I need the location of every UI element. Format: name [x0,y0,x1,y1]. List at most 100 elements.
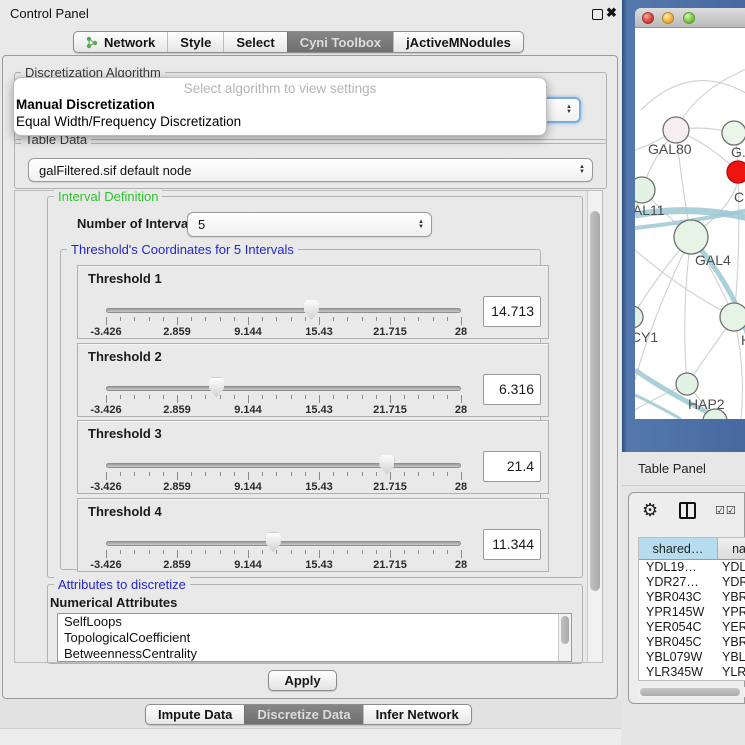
threshold-slider[interactable]: -3.4262.8599.14415.4321.71528 [106,382,461,416]
tick-mark [220,550,221,554]
network-node[interactable] [722,121,745,145]
tick-mark [248,395,249,403]
network-node[interactable] [727,161,745,183]
tick-mark [191,550,192,554]
column-header-shared-name[interactable]: shared… [639,538,718,559]
tick-label: 21.715 [373,481,407,493]
network-canvas[interactable]: GAL80G.CGAL11GAL4GCY1HHAP2 [635,28,745,419]
slider-track[interactable] [106,541,461,546]
main-scrollbar[interactable] [587,191,602,662]
slider-track[interactable] [106,463,461,468]
cell-name[interactable]: YPR1 [718,605,745,620]
tick-mark [291,550,292,554]
minimize-light-yellow[interactable] [662,12,674,24]
number-of-intervals-combobox[interactable]: 5 ▲▼ [187,212,432,237]
slider-track[interactable] [106,386,461,391]
cell-shared-name[interactable]: YDL19… [639,560,718,575]
checkbox-icons[interactable]: ☑☑ [715,504,737,517]
tick-mark [447,472,448,476]
threshold-value-field[interactable]: 21.4 [483,451,541,482]
network-node[interactable] [720,303,745,331]
slider-track[interactable] [106,308,461,313]
table-horizontal-scrollbar[interactable] [638,687,745,697]
menu-item-manual-discretization[interactable]: Manual Discretization [14,96,546,113]
tick-mark [390,472,391,480]
mode-tab-infer-network[interactable]: Infer Network [363,705,471,724]
threshold-slider[interactable]: -3.4262.8599.14415.4321.71528 [106,537,461,571]
cell-shared-name[interactable]: YPR145W [639,605,718,620]
tick-mark [333,472,334,476]
tab-style[interactable]: Style [167,32,223,52]
tick-mark [319,317,320,325]
slider-tick-labels: -3.4262.8599.14415.4321.71528 [106,404,461,416]
zoom-light-green[interactable] [683,12,695,24]
cell-name[interactable]: YDR2 [718,575,745,590]
network-node[interactable] [663,117,689,143]
column-layout-icon[interactable] [679,502,696,519]
tick-label: 15.43 [305,404,333,416]
gear-icon[interactable]: ⚙ [642,500,658,521]
tab-cyni-toolbox[interactable]: Cyni Toolbox [287,32,393,52]
cell-name[interactable]: YER0 [718,620,745,635]
table-row[interactable]: YBR045CYBR0 [639,635,745,650]
tick-mark [305,317,306,321]
cell-name[interactable]: YIL0 [718,680,745,681]
cell-shared-name[interactable]: YBR045C [639,635,718,650]
network-node[interactable] [676,373,698,395]
cell-name[interactable]: YDL1 [718,560,745,575]
cell-shared-name[interactable]: YBL079W [639,650,718,665]
cell-name[interactable]: YBR0 [718,635,745,650]
attribute-item[interactable]: SelfLoops [58,614,571,630]
threshold-slider[interactable]: -3.4262.8599.14415.4321.71528 [106,304,461,338]
table-row[interactable]: YBR043CYBR0 [639,590,745,605]
tab-jactivemnodules[interactable]: jActiveMNodules [393,32,523,52]
numerical-attributes-list[interactable]: SelfLoopsTopologicalCoefficientBetweenne… [57,613,572,662]
threshold-value-field[interactable]: 6.316 [483,374,541,405]
tick-label: -3.426 [90,404,121,416]
threshold-value-field[interactable]: 14.713 [483,296,541,327]
attribute-item[interactable]: TopologicalCoefficient [58,630,571,646]
control-panel-tab-bar: Network Style SelectCyni ToolboxjActiveMNo… [73,31,524,53]
apply-button[interactable]: Apply [268,670,337,691]
cell-name[interactable]: YLR3 [718,665,745,680]
mode-tab-discretize-data[interactable]: Discretize Data [244,705,362,724]
cell-name[interactable]: YBR0 [718,590,745,605]
table-row[interactable]: YBL079WYBL0 [639,650,745,665]
table-row[interactable]: YER054CYER0 [639,620,745,635]
column-header-name[interactable]: na [718,538,745,559]
table-row[interactable]: YPR145WYPR1 [639,605,745,620]
threshold-value-field[interactable]: 11.344 [483,529,541,560]
cell-shared-name[interactable]: YBR043C [639,590,718,605]
table-data-combobox[interactable]: galFiltered.sif default node ▲▼ [28,158,593,182]
tab-network[interactable]: Network [74,32,167,52]
close-icon[interactable]: ✖ [606,5,617,21]
table-row[interactable]: YDR27…YDR2 [639,575,745,590]
close-light-red[interactable] [642,12,654,24]
cell-shared-name[interactable]: YDR27… [639,575,718,590]
network-window-titlebar[interactable] [635,8,745,28]
tick-mark [163,472,164,476]
tab-select[interactable]: Select [223,32,286,52]
cell-shared-name[interactable]: YER054C [639,620,718,635]
network-node[interactable] [635,177,655,203]
tick-mark [248,550,249,558]
attribute-item[interactable]: BetweennessCentrality [58,646,571,662]
mode-tab-label: Discretize Data [257,707,350,722]
cell-shared-name[interactable]: YLR345W [639,665,718,680]
table-panel-title: Table Panel [638,461,706,476]
table-row[interactable]: YDL19…YDL1 [639,560,745,575]
tick-mark [362,317,363,321]
network-node[interactable] [635,306,643,328]
table-row[interactable]: YLR345WYLR3 [639,665,745,680]
cell-shared-name[interactable]: YIL052C [639,680,718,681]
cell-name[interactable]: YBL0 [718,650,745,665]
attributes-scrollbar[interactable] [558,614,571,661]
network-node[interactable] [674,220,708,254]
network-graph[interactable]: GAL80G.CGAL11GAL4GCY1HHAP2 [635,28,745,419]
table-row[interactable]: YIL052CYIL0 [639,680,745,681]
threshold-slider[interactable]: -3.4262.8599.14415.4321.71528 [106,459,461,493]
float-window-icon[interactable] [592,9,603,20]
mode-tab-impute-data[interactable]: Impute Data [146,705,244,724]
tab-label: Style [180,35,211,50]
menu-item-equal-width-frequency[interactable]: Equal Width/Frequency Discretization [14,113,546,130]
